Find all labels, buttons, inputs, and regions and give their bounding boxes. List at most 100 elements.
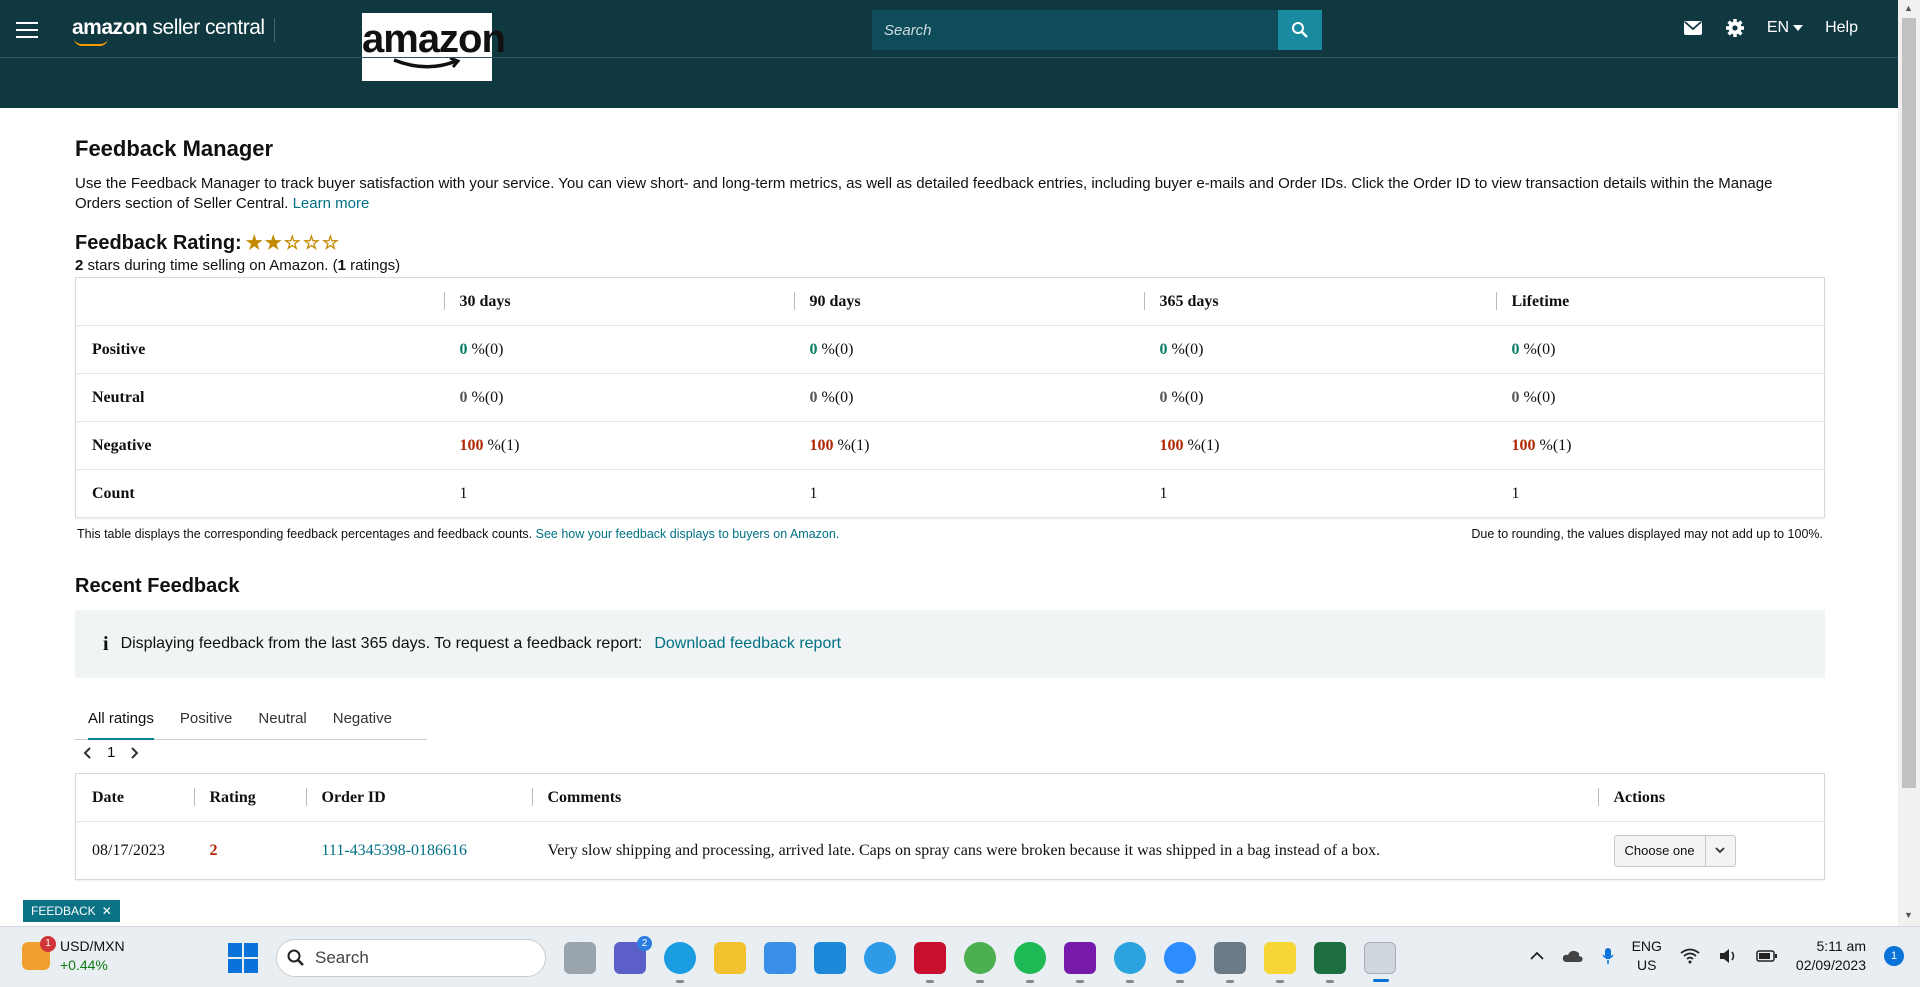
feedback-display-link[interactable]: See how your feedback displays to buyers…	[536, 527, 840, 541]
page-title: Feedback Manager	[75, 136, 274, 161]
metric-cell: 0 %(0)	[1495, 373, 1825, 422]
metric-value: 0	[459, 340, 468, 358]
column-header: 30 days	[443, 277, 794, 326]
learn-more-link[interactable]: Learn more	[293, 195, 370, 212]
onenote-icon[interactable]	[1064, 942, 1096, 983]
store-icon[interactable]	[764, 942, 796, 974]
feedback-rating: 2	[209, 841, 218, 859]
actions-dropdown[interactable]: Choose one	[1613, 834, 1736, 867]
windows-start-icon[interactable]	[228, 943, 258, 973]
feedback-metrics-table: 30 days 90 days 365 days Lifetime Positi…	[75, 277, 1825, 518]
column-header-comments: Comments	[531, 773, 1598, 822]
chevron-right-icon[interactable]	[131, 746, 139, 759]
metric-ratio: %(0)	[821, 340, 854, 358]
metric-cell: 0 %(0)	[443, 325, 794, 374]
search-input[interactable]	[872, 10, 1278, 50]
excel-icon[interactable]	[1314, 942, 1346, 983]
notification-badge[interactable]: 1	[1884, 946, 1904, 966]
scrollbar-thumb[interactable]	[1902, 18, 1916, 788]
star-empty-icon: ☆	[283, 233, 301, 254]
teams-icon[interactable]: 2	[614, 936, 652, 974]
scroll-down-icon[interactable]: ▼	[1904, 910, 1913, 920]
region-code: US	[1637, 957, 1657, 973]
metric-cell: 1	[793, 469, 1144, 518]
metric-ratio: %(0)	[1523, 388, 1556, 406]
myhp-icon[interactable]	[814, 942, 846, 974]
star-empty-icon: ☆	[321, 233, 339, 254]
metric-ratio: %(1)	[1539, 436, 1572, 454]
chevron-down-icon	[1704, 835, 1735, 866]
language-selector[interactable]: EN	[1767, 19, 1804, 37]
close-icon[interactable]: ✕	[102, 904, 112, 918]
feedback-header-row: Date Rating Order ID Comments Actions	[75, 773, 1825, 822]
rounding-note: Due to rounding, the values displayed ma…	[1471, 527, 1823, 541]
rating-summary: 2 stars during time selling on Amazon. (…	[75, 257, 401, 274]
currency-widget[interactable]: 1 USD/MXN +0.44%	[22, 936, 125, 975]
input-language[interactable]: ENG US	[1632, 937, 1662, 975]
menu-icon[interactable]	[16, 20, 38, 40]
feedback-comment: Very slow shipping and processing, arriv…	[547, 841, 1381, 859]
tab-negative[interactable]: Negative	[320, 698, 405, 739]
metric-value: 0	[1511, 388, 1520, 406]
sticky-notes-icon[interactable]	[1264, 942, 1296, 983]
info-icon: i	[103, 632, 109, 655]
calculator-icon[interactable]	[1214, 942, 1246, 983]
gear-icon[interactable]	[1725, 18, 1745, 38]
scroll-up-icon[interactable]: ▲	[1904, 3, 1913, 13]
metric-value: 1	[809, 484, 818, 502]
metrics-row: Neutral 0 %(0) 0 %(0) 0 %(0) 0 %(0)	[75, 373, 1825, 422]
seller-central-logo[interactable]: amazon seller central	[72, 16, 265, 40]
intro-text: Use the Feedback Manager to track buyer …	[75, 175, 1773, 212]
metric-ratio: %(0)	[471, 340, 504, 358]
search-button[interactable]	[1278, 10, 1322, 50]
download-report-link[interactable]: Download feedback report	[654, 635, 841, 653]
metric-value: 0	[459, 388, 468, 406]
actions-dropdown-label: Choose one	[1624, 843, 1695, 858]
edge-icon[interactable]	[664, 942, 696, 983]
order-id-link[interactable]: 111-4345398-0186616	[322, 842, 467, 859]
metric-cell: 1	[1143, 469, 1496, 518]
pagination: 1	[75, 744, 1825, 761]
star-filled-icon: ★	[264, 233, 282, 254]
taskbar-search-label: Search	[315, 948, 369, 967]
system-clock[interactable]: 5:11 am 02/09/2023	[1796, 937, 1866, 975]
microphone-icon[interactable]	[1601, 947, 1614, 965]
amazon-smile-icon	[74, 38, 108, 46]
spotify-icon[interactable]	[1014, 942, 1046, 983]
star-empty-icon: ☆	[302, 233, 320, 254]
metric-value: 100	[459, 436, 484, 454]
cloud-icon[interactable]	[1562, 949, 1584, 963]
metric-value: 100	[1159, 436, 1184, 454]
telegram-icon[interactable]	[1114, 942, 1146, 983]
column-header: 90 days	[793, 277, 1144, 326]
mail-icon[interactable]	[1683, 20, 1703, 36]
vertical-scrollbar[interactable]: ▲ ▼	[1898, 0, 1920, 926]
chrome-icon[interactable]	[964, 942, 996, 983]
zoom-icon[interactable]	[1164, 942, 1196, 983]
tab-positive[interactable]: Positive	[167, 698, 246, 739]
mcafee-icon[interactable]	[914, 942, 946, 983]
battery-icon[interactable]	[1756, 949, 1778, 963]
task-view-icon[interactable]	[564, 942, 596, 974]
file-explorer-icon[interactable]	[714, 942, 746, 974]
tab-neutral[interactable]: Neutral	[245, 698, 319, 739]
help-link[interactable]: Help	[1825, 19, 1858, 37]
column-header-date: Date	[75, 773, 194, 822]
chevron-left-icon[interactable]	[83, 746, 91, 759]
metric-value: 0	[809, 340, 818, 358]
clock-time: 5:11 am	[1816, 938, 1866, 954]
wifi-icon[interactable]	[1680, 948, 1700, 964]
recent-feedback-table: Date Rating Order ID Comments Actions 08…	[75, 773, 1825, 880]
taskbar-search[interactable]: Search	[276, 939, 546, 977]
volume-icon[interactable]	[1718, 948, 1738, 964]
tips-icon[interactable]	[864, 942, 896, 974]
chevron-up-icon[interactable]	[1529, 951, 1544, 961]
row-label: Count	[75, 469, 444, 518]
column-header: Lifetime	[1495, 277, 1825, 326]
snipping-tool-icon[interactable]	[1364, 942, 1396, 982]
page-number[interactable]: 1	[107, 744, 115, 761]
column-header-rating: Rating	[193, 773, 306, 822]
feedback-widget-tab[interactable]: FEEDBACK ✕	[23, 900, 120, 922]
tab-all-ratings[interactable]: All ratings	[75, 698, 167, 740]
column-header: 365 days	[1143, 277, 1496, 326]
